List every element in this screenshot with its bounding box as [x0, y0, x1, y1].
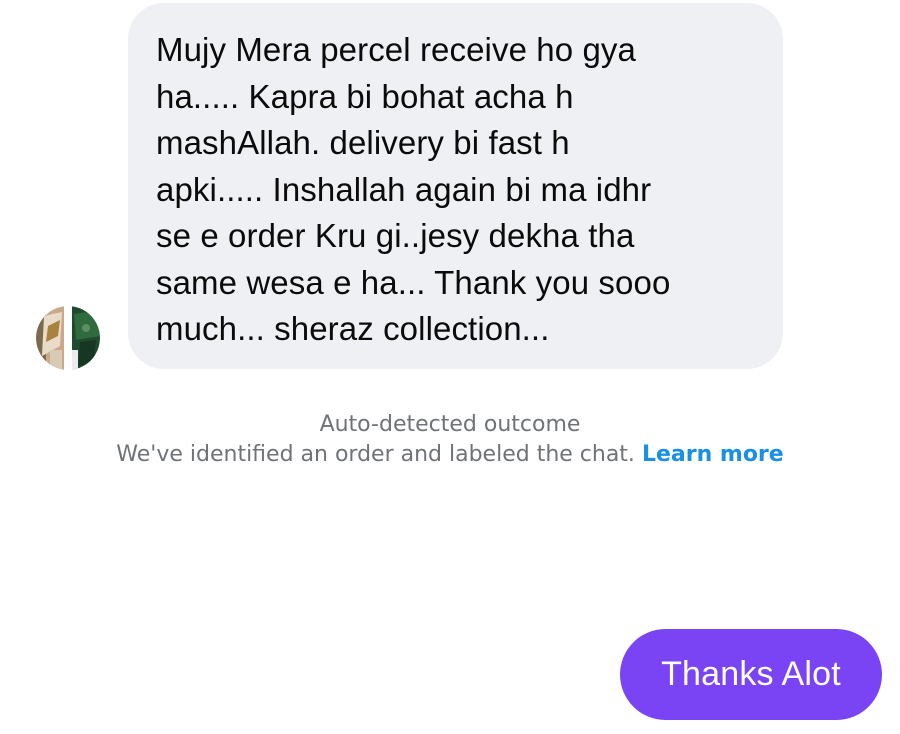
sender-avatar[interactable] [36, 306, 100, 370]
notice-title: Auto-detected outcome [319, 412, 581, 437]
outgoing-message-bubble[interactable]: Thanks Alot [620, 629, 882, 720]
incoming-message-row: Mujy Mera percel receive ho gya ha..... … [0, 0, 900, 380]
message-text-line: ha..... Kapra bi bohat acha h [156, 77, 574, 115]
avatar-photo-icon [36, 306, 100, 370]
auto-detected-outcome-notice: Auto-detected outcome We've identified a… [100, 410, 800, 470]
message-text-line: Mujy Mera percel receive ho gya [156, 31, 636, 68]
message-text-line: apki..... Inshallah again bi ma idhr [156, 170, 652, 208]
incoming-message-bubble[interactable]: Mujy Mera percel receive ho gya ha..... … [128, 3, 783, 369]
learn-more-link[interactable]: Learn more [642, 442, 784, 467]
message-text-line: much... sheraz collection... [156, 310, 550, 347]
message-text-line: se e order Kru gi..jesy dekha tha [156, 217, 635, 254]
message-text-line: same wesa e ha... Thank you sooo [156, 263, 671, 301]
notice-description: We've identified an order and labeled th… [116, 442, 635, 467]
outgoing-message-text: Thanks Alot [661, 655, 841, 693]
notice-description-block: We've identified an order and labeled th… [100, 440, 800, 470]
message-text-line: mashAllah. delivery bi fast h [156, 124, 570, 161]
